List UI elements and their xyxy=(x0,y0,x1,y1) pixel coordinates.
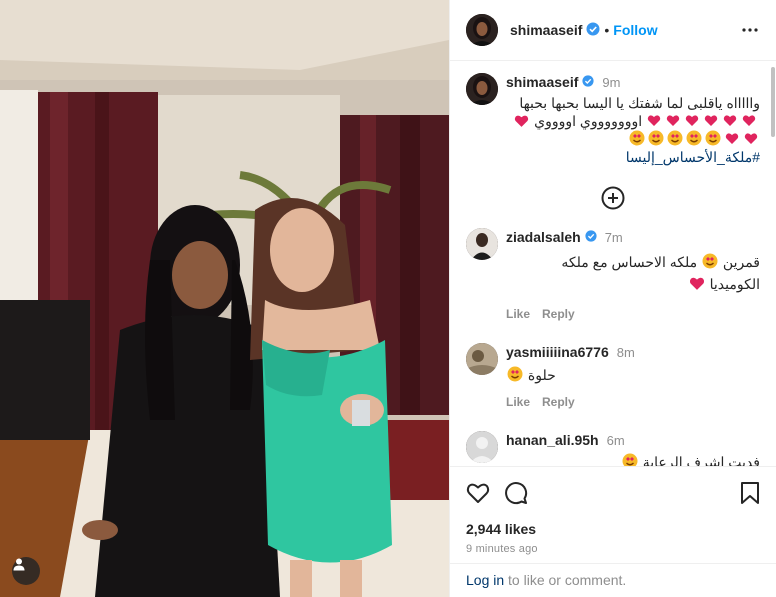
comment-reply-button[interactable]: Reply xyxy=(542,307,575,321)
caption-line-1: واااااه ياقلبى لما شفتك يا اليسا بحبها ب… xyxy=(519,95,760,112)
avatar[interactable] xyxy=(466,73,498,106)
avatar[interactable] xyxy=(466,14,498,47)
caption-hashtag[interactable]: #ملكة_الأحساس_إليسا xyxy=(506,148,760,166)
comment-time[interactable]: 6m xyxy=(607,433,625,448)
more-options-icon[interactable] xyxy=(738,18,762,42)
caption-time[interactable]: 9m xyxy=(602,75,620,90)
caption-line-2: اوووووووي اووووي xyxy=(506,112,760,130)
heart-emoji xyxy=(515,115,529,128)
caption-username[interactable]: shimaaseif xyxy=(506,74,578,90)
follow-button[interactable]: Follow xyxy=(613,22,657,38)
comment-item: yasmiiiiina6776 8m حلوة Like Reply xyxy=(466,343,760,409)
comment-time[interactable]: 7m xyxy=(605,230,623,245)
heart-emoji-row xyxy=(642,113,760,129)
verified-badge-icon xyxy=(585,229,597,245)
comment-like-button[interactable]: Like xyxy=(506,307,530,321)
load-more-comments[interactable] xyxy=(466,186,760,210)
comment-username[interactable]: yasmiiiiina6776 xyxy=(506,344,609,360)
login-prompt: Log in to like or comment. xyxy=(450,563,776,597)
comment-username[interactable]: ziadalsaleh xyxy=(506,229,581,245)
comment-like-button[interactable]: Like xyxy=(506,395,530,409)
star-struck-emoji xyxy=(702,253,718,269)
post-photo[interactable] xyxy=(0,0,449,597)
login-prompt-text: to like or comment. xyxy=(504,572,627,588)
instagram-post-view: shimaaseif • Follow shimaaseif 9m وااااا… xyxy=(0,0,776,597)
author-username[interactable]: shimaaseif xyxy=(510,22,582,38)
verified-badge-icon xyxy=(586,22,600,39)
comment-time[interactable]: 8m xyxy=(617,345,635,360)
comment-text: حلوة xyxy=(506,365,760,385)
comment-text: فديت اشرف الرعاية xyxy=(506,453,760,466)
comment-reply-button[interactable]: Reply xyxy=(542,395,575,409)
photo-illustration xyxy=(0,0,449,597)
comment-icon[interactable] xyxy=(504,481,528,505)
star-struck-emoji xyxy=(507,366,523,382)
caption: shimaaseif 9m واااااه ياقلبى لما شفتك يا… xyxy=(466,73,760,166)
comment-text-a: فديت اشرف الرعاية xyxy=(642,454,760,466)
post-side-panel: shimaaseif • Follow shimaaseif 9m وااااا… xyxy=(449,0,776,597)
heart-emoji xyxy=(689,277,704,291)
heart-icon[interactable] xyxy=(466,481,490,505)
login-link[interactable]: Log in xyxy=(466,572,504,588)
plus-circle-icon[interactable] xyxy=(601,186,625,210)
comment-username[interactable]: hanan_ali.95h xyxy=(506,432,599,448)
comment-item: ziadalsaleh 7m قمرين ملكه الاحساس مع ملك… xyxy=(466,228,760,321)
avatar[interactable] xyxy=(466,431,498,464)
caption-line-2-text: اوووووووي اووووي xyxy=(534,113,643,130)
comment-item: hanan_ali.95h 6m فديت اشرف الرعاية xyxy=(466,431,760,466)
comment-text-c: الكوميديا xyxy=(709,276,760,293)
avatar[interactable] xyxy=(466,228,498,261)
post-timestamp[interactable]: 9 minutes ago xyxy=(466,543,760,555)
star-struck-emoji xyxy=(622,453,638,466)
user-tag-icon[interactable] xyxy=(12,557,40,585)
caption-text: واااااه ياقلبى لما شفتك يا اليسا بحبها ب… xyxy=(506,94,760,166)
post-actions-section: 2,944 likes 9 minutes ago Log in to like… xyxy=(450,465,776,597)
action-bar xyxy=(466,467,760,519)
comments-scrollbar[interactable] xyxy=(771,67,775,138)
comment-text-b: ملكه الاحساس مع ملكه xyxy=(561,254,698,271)
comments-list[interactable]: shimaaseif 9m واااااه ياقلبى لما شفتك يا… xyxy=(450,61,776,466)
caption-line-3 xyxy=(506,130,760,148)
comment-text-a: حلوة xyxy=(527,367,556,384)
emoji-row xyxy=(629,130,758,146)
likes-count[interactable]: 2,944 likes xyxy=(466,521,760,537)
separator-dot: • xyxy=(604,22,610,39)
comment-text-a: قمرين xyxy=(722,254,760,271)
avatar[interactable] xyxy=(466,343,498,376)
post-header: shimaaseif • Follow xyxy=(450,0,776,62)
comment-text: قمرين ملكه الاحساس مع ملكه الكوميديا xyxy=(506,251,760,295)
bookmark-icon[interactable] xyxy=(740,481,760,505)
verified-badge-icon xyxy=(582,74,594,90)
